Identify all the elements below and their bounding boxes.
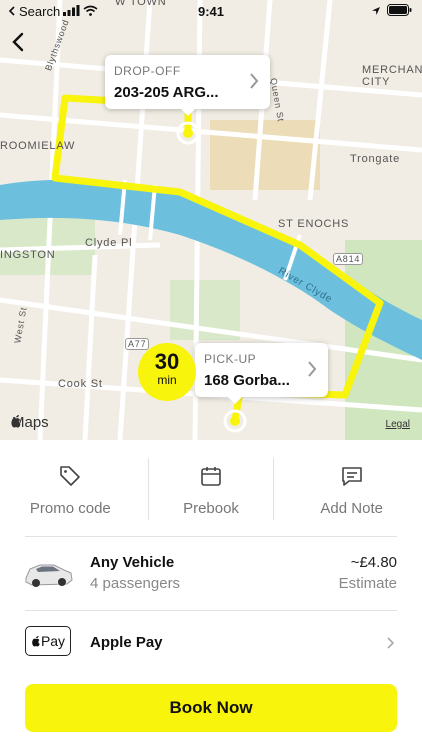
dropoff-address: 203-205 ARG...: [114, 84, 219, 101]
fare-price: ~£4.80: [350, 554, 397, 571]
eta-badge: 30 min: [138, 343, 196, 401]
pickup-pin-dot: [230, 416, 240, 426]
divider: [25, 610, 397, 611]
add-note-label: Add Note: [320, 500, 383, 517]
status-bar: Search 9:41: [0, 0, 422, 24]
payment-method-row[interactable]: Pay Apple Pay: [0, 612, 422, 674]
location-arrow-icon: [371, 4, 381, 19]
chevron-right-icon: [386, 636, 395, 655]
dropoff-label: DROP-OFF: [114, 64, 181, 78]
chevron-right-icon: [248, 71, 260, 96]
map-label: INGSTON: [0, 249, 56, 261]
vehicle-name: Any Vehicle: [90, 554, 175, 571]
pickup-address: 168 Gorba...: [204, 372, 290, 389]
apple-pay-badge: Pay: [25, 626, 71, 656]
fare-note: Estimate: [338, 575, 397, 592]
tag-icon: [58, 464, 82, 488]
promo-code-label: Promo code: [29, 500, 111, 517]
prebook-button[interactable]: Prebook: [141, 450, 282, 530]
vehicle-passengers: 4 passengers: [90, 575, 181, 592]
maps-attribution: Maps: [10, 414, 49, 431]
map-label: ST ENOCHS: [278, 218, 350, 230]
divider: [25, 536, 397, 537]
divider: [148, 458, 149, 520]
map-label: Cook St: [58, 378, 103, 390]
calendar-icon: [199, 464, 223, 488]
back-button[interactable]: [8, 30, 32, 58]
map-label: ROOMIELAW: [0, 140, 76, 152]
road-badge: A77: [125, 338, 150, 350]
apple-pay-badge-label: Pay: [40, 633, 66, 649]
promo-code-button[interactable]: Promo code: [0, 450, 141, 530]
map-label: Trongate: [350, 153, 401, 165]
map-label: Clyde Pl: [85, 237, 133, 249]
dropoff-callout[interactable]: DROP-OFF 203-205 ARG...: [105, 55, 270, 116]
add-note-button[interactable]: Add Note: [281, 450, 422, 530]
dropoff-pin-dot: [183, 128, 193, 138]
pickup-callout[interactable]: PICK-UP 168 Gorba...: [195, 343, 328, 404]
message-icon: [340, 464, 364, 488]
eta-value: 30: [154, 349, 180, 374]
legal-link[interactable]: Legal: [386, 419, 410, 430]
chevron-left-icon: [8, 32, 28, 58]
apple-logo-icon: [32, 636, 40, 647]
status-right: [371, 4, 412, 19]
vehicle-row[interactable]: Any Vehicle 4 passengers ~£4.80 Estimate: [0, 538, 422, 610]
payment-method-name: Apple Pay: [90, 634, 163, 651]
map-area-block: [210, 120, 320, 190]
road-badge: A814: [333, 253, 364, 265]
trip-options-bar: Promo code Prebook Add Note: [0, 450, 422, 530]
status-time: 9:41: [197, 4, 225, 19]
pickup-label: PICK-UP: [204, 352, 257, 366]
chevron-right-icon: [306, 359, 318, 384]
prebook-label: Prebook: [183, 500, 239, 517]
battery-icon: [387, 4, 412, 19]
map-label: MERCHANT CITY: [362, 64, 422, 88]
divider: [273, 458, 274, 520]
eta-unit: min: [157, 373, 177, 387]
car-icon: [22, 552, 74, 597]
book-now-button[interactable]: Book Now: [25, 684, 397, 732]
